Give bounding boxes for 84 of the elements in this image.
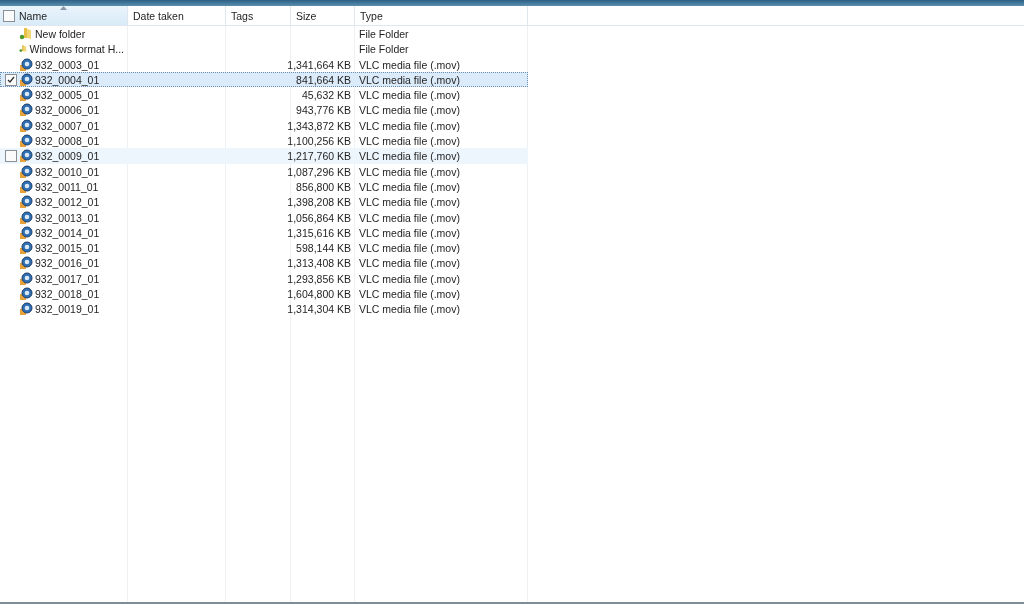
file-name-cell[interactable]: 932_0006_01 (1, 103, 128, 118)
type-cell-text: File Folder (358, 27, 410, 41)
video-file-icon (19, 164, 33, 179)
checkbox[interactable] (5, 73, 17, 86)
type-cell-text: VLC media file (.mov) (358, 57, 461, 72)
video-file-icon (19, 134, 33, 149)
file-row[interactable]: 932_0009_01 1,217,760 KB VLC media file (.mov) (0, 148, 528, 164)
size-cell-text: 841,664 KB (295, 72, 352, 87)
video-file-icon (19, 103, 33, 118)
file-name-cell[interactable]: New folder (1, 27, 128, 41)
checkbox[interactable] (3, 9, 15, 22)
file-name-cell[interactable]: 932_0015_01 (1, 241, 128, 256)
file-row[interactable]: 932_0017_01 1,293,856 KB VLC media file (.mov) (0, 270, 528, 287)
file-row[interactable]: 932_0014_01 1,315,616 KB VLC media file (.mov) (0, 224, 528, 241)
video-file-icon (19, 72, 33, 87)
size-cell-text: 45,632 KB (300, 88, 352, 103)
file-name-cell[interactable]: 932_0012_01 (1, 195, 128, 210)
file-name-cell[interactable]: 932_0004_01 (1, 72, 128, 87)
file-row[interactable]: 932_0012_01 1,398,208 KB VLC media file (.mov) (0, 194, 528, 210)
file-name-cell[interactable]: 932_0017_01 (1, 271, 128, 286)
video-file-icon (19, 195, 33, 210)
column-header[interactable]: Name (0, 6, 128, 25)
file-name-cell[interactable]: Windows format H... (1, 42, 128, 56)
type-cell-text: VLC media file (.mov) (358, 118, 461, 133)
file-row[interactable]: 932_0004_01 841,664 KB VLC media file (.mov) (0, 71, 528, 88)
type-cell-text: VLC media file (.mov) (358, 88, 461, 103)
type-cell-text: VLC media file (.mov) (358, 72, 461, 87)
file-name-cell[interactable]: 932_0010_01 (1, 164, 128, 179)
video-file-icon (19, 256, 33, 271)
type-cell-text: VLC media file (.mov) (358, 271, 461, 286)
file-row[interactable]: Windows format H... File Folder (0, 41, 528, 57)
type-cell-text: VLC media file (.mov) (358, 195, 461, 210)
sort-arrow-icon (60, 6, 67, 10)
file-row[interactable]: 932_0018_01 1,604,800 KB VLC media file (.mov) (0, 286, 528, 302)
video-file-icon (19, 225, 33, 240)
file-row[interactable]: New folder File Folder (0, 26, 528, 42)
file-name-cell[interactable]: 932_0013_01 (1, 210, 128, 225)
file-name-cell[interactable]: 932_0007_01 (1, 118, 128, 133)
file-row[interactable]: 932_0011_01 856,800 KB VLC media file (.mov) (0, 178, 528, 195)
file-name-cell[interactable]: 932_0005_01 (1, 88, 128, 103)
file-row[interactable]: 932_0010_01 1,087,296 KB VLC media file (.mov) (0, 163, 528, 179)
type-cell-text: VLC media file (.mov) (358, 179, 461, 194)
checkbox[interactable] (5, 150, 17, 163)
video-file-icon (19, 88, 33, 103)
file-row[interactable]: 932_0016_01 1,313,408 KB VLC media file (.mov) (0, 255, 528, 271)
file-row[interactable]: 932_0013_01 1,056,864 KB VLC media file (.mov) (0, 209, 528, 225)
file-name-cell[interactable]: 932_0011_01 (1, 179, 128, 194)
video-file-icon (19, 179, 33, 194)
file-name-cell[interactable]: 932_0008_01 (1, 134, 128, 149)
video-file-icon (19, 287, 33, 302)
type-cell-text: VLC media file (.mov) (358, 103, 461, 118)
type-cell-text: VLC media file (.mov) (358, 256, 461, 271)
file-name-cell[interactable]: 932_0018_01 (1, 287, 128, 302)
file-name-cell[interactable]: 932_0009_01 (1, 149, 128, 164)
file-name-cell[interactable]: 932_0014_01 (1, 225, 128, 240)
type-cell-text: VLC media file (.mov) (358, 210, 461, 225)
type-cell-text: File Folder (358, 42, 410, 56)
type-cell-text: VLC media file (.mov) (358, 225, 461, 240)
file-row[interactable]: 932_0019_01 1,314,304 KB VLC media file (.mov) (0, 301, 528, 317)
video-file-icon (19, 149, 33, 164)
video-file-icon (19, 57, 33, 72)
type-cell-text: VLC media file (.mov) (358, 164, 461, 179)
size-cell-text: 943,776 KB (295, 103, 352, 118)
type-cell-text: VLC media file (.mov) (358, 134, 461, 149)
video-file-icon (19, 210, 33, 225)
video-file-icon (19, 302, 33, 317)
file-row[interactable]: 932_0006_01 943,776 KB VLC media file (.mov) (0, 102, 528, 118)
file-row[interactable]: 932_0003_01 1,341,664 KB VLC media file (.mov) (0, 56, 528, 72)
size-cell-text: 598,144 KB (295, 241, 352, 256)
type-cell-text: VLC media file (.mov) (358, 287, 461, 302)
type-cell-text: VLC media file (.mov) (358, 302, 461, 317)
size-cell-text: 856,800 KB (295, 179, 352, 194)
file-row[interactable]: 932_0007_01 1,343,872 KB VLC media file (.mov) (0, 117, 528, 134)
file-name-cell[interactable]: 932_0016_01 (1, 256, 128, 271)
type-cell-text: VLC media file (.mov) (358, 241, 461, 256)
video-file-icon (19, 118, 33, 133)
file-row[interactable]: 932_0008_01 1,100,256 KB VLC media file (.mov) (0, 133, 528, 149)
file-row[interactable]: 932_0015_01 598,144 KB VLC media file (.mov) (0, 240, 528, 256)
file-name-cell[interactable]: 932_0003_01 (1, 57, 128, 72)
video-file-icon (19, 241, 33, 256)
file-name-cell[interactable]: 932_0019_01 (1, 302, 128, 317)
file-row[interactable]: 932_0005_01 45,632 KB VLC media file (.mov) (0, 87, 528, 103)
video-file-icon (19, 271, 33, 286)
type-cell-text: VLC media file (.mov) (358, 149, 461, 164)
